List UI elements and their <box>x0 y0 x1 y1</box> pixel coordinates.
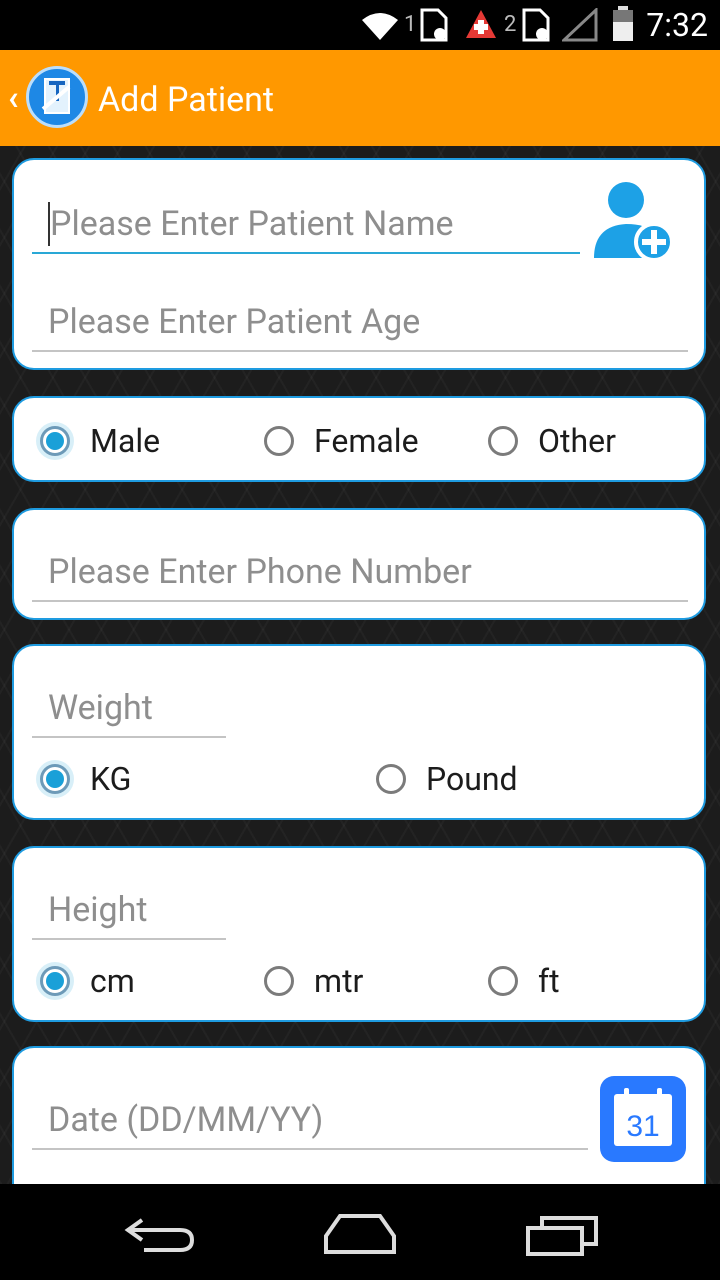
calendar-icon: 31 <box>600 1076 686 1162</box>
gender-radio-other[interactable]: Other <box>488 422 616 460</box>
battery-icon <box>613 6 633 41</box>
recent-apps-nav-icon[interactable] <box>524 1216 600 1256</box>
sim-card-2-icon <box>522 8 550 42</box>
gender-radio-male[interactable]: Male <box>40 422 160 460</box>
weight-unit-radio-pound[interactable]: Pound <box>376 760 518 798</box>
date-input[interactable]: Date (DD/MM/YY) <box>32 1088 588 1150</box>
navigation-bar <box>0 1184 720 1280</box>
patient-age-input[interactable]: Please Enter Patient Age <box>32 290 688 352</box>
home-nav-icon[interactable] <box>322 1212 398 1254</box>
height-unit-label-mtr: mtr <box>314 962 364 1000</box>
radio-unselected-icon <box>264 426 294 456</box>
phone-card: Please Enter Phone Number <box>12 508 706 620</box>
gender-label-female: Female <box>314 422 419 460</box>
sim2-label: 2 <box>504 12 517 37</box>
height-unit-radio-cm[interactable]: cm <box>40 962 135 1000</box>
height-unit-label-ft: ft <box>538 962 560 1000</box>
height-placeholder: Height <box>48 890 148 930</box>
medical-kit-icon <box>41 78 71 114</box>
radio-selected-icon <box>40 966 70 996</box>
height-card: Height cm mtr ft <box>12 846 706 1022</box>
weight-input[interactable]: Weight <box>32 676 226 738</box>
patient-age-placeholder: Please Enter Patient Age <box>48 302 421 342</box>
gender-label-male: Male <box>90 422 161 460</box>
weight-unit-radio-kg[interactable]: KG <box>40 760 131 798</box>
page-title: Add Patient <box>98 80 275 120</box>
patient-name-placeholder: Please Enter Patient Name <box>50 204 454 244</box>
height-unit-radio-mtr[interactable]: mtr <box>264 962 363 1000</box>
radio-unselected-icon <box>488 426 518 456</box>
weight-card: Weight KG Pound <box>12 644 706 820</box>
height-input[interactable]: Height <box>32 878 226 940</box>
patient-name-input[interactable]: Please Enter Patient Name <box>32 188 580 254</box>
app-logo[interactable] <box>26 66 88 128</box>
radio-unselected-icon <box>264 966 294 996</box>
radio-unselected-icon <box>488 966 518 996</box>
height-unit-radio-ft[interactable]: ft <box>488 962 560 1000</box>
phone-number-placeholder: Please Enter Phone Number <box>48 552 472 592</box>
weight-unit-label-pound: Pound <box>426 760 518 798</box>
medical-alert-icon <box>466 10 496 38</box>
height-unit-label-cm: cm <box>90 962 135 1000</box>
wifi-icon <box>362 13 398 40</box>
sim1-label: 1 <box>404 12 417 37</box>
date-card: Date (DD/MM/YY) 31 <box>12 1046 706 1184</box>
signal-icon <box>562 8 598 42</box>
calendar-button[interactable]: 31 <box>598 1074 688 1164</box>
radio-selected-icon <box>40 764 70 794</box>
add-user-icon[interactable] <box>590 176 678 264</box>
form-scroll-area[interactable]: Please Enter Patient Name Please Enter P… <box>0 146 720 1184</box>
sim-card-icon <box>420 8 448 42</box>
weight-unit-label-kg: KG <box>90 760 132 798</box>
radio-selected-icon <box>40 426 70 456</box>
date-placeholder: Date (DD/MM/YY) <box>48 1100 324 1140</box>
phone-number-input[interactable]: Please Enter Phone Number <box>32 540 688 602</box>
gender-label-other: Other <box>538 422 616 460</box>
patient-info-card: Please Enter Patient Name Please Enter P… <box>12 158 706 370</box>
status-bar: 1 2 7:32 <box>0 0 720 50</box>
back-nav-icon[interactable] <box>122 1214 196 1254</box>
back-arrow-icon[interactable]: ‹ <box>8 78 19 118</box>
calendar-day: 31 <box>626 1110 659 1143</box>
gender-radio-female[interactable]: Female <box>264 422 419 460</box>
weight-placeholder: Weight <box>48 688 153 728</box>
gender-card: Male Female Other <box>12 396 706 482</box>
clock: 7:32 <box>646 6 708 44</box>
app-bar: ‹ Add Patient <box>0 50 720 146</box>
radio-unselected-icon <box>376 764 406 794</box>
